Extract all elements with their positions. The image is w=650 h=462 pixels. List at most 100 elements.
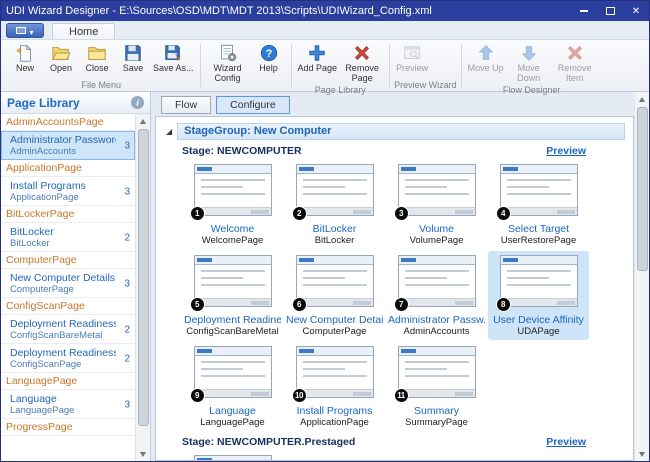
scroll-up-icon[interactable] [635, 92, 650, 106]
move-down-icon [519, 43, 539, 63]
page-item-count: 2 [124, 324, 130, 335]
page-group-progresspage: ProgressPage [1, 419, 135, 436]
page-library-item-applicationpage[interactable]: Install ProgramsApplicationPage3 [1, 177, 135, 206]
add-page-button[interactable]: Add Page [296, 41, 340, 74]
wizard-page-card-configscanbaremetal[interactable]: 5Deployment ReadinessConfigScanBareMetal [182, 251, 283, 340]
save-button[interactable]: Save [115, 41, 151, 74]
page-group-configscanpage: ConfigScanPage [1, 298, 135, 315]
page-library-item-configscanpage[interactable]: Deployment ReadinessConfigScanPage2 [1, 344, 135, 373]
scroll-up-icon[interactable] [136, 114, 151, 128]
main-scrollbar[interactable] [634, 92, 649, 461]
page-group-bitlockerpage: BitLockerPage [1, 206, 135, 223]
wizard-page-card-adminaccounts[interactable]: 7Administrator Passw...AdminAccounts [386, 251, 487, 340]
page-library-item-configscanbaremetal[interactable]: Deployment ReadinessConfigScanBareMetal 2 [1, 315, 135, 344]
page-library-item-adminaccounts[interactable]: Administrator PasswordAdminAccounts3 [1, 131, 135, 160]
page-card-title: Welcome [184, 223, 281, 235]
collapse-expander-icon[interactable] [166, 128, 172, 136]
ribbon-group-buttons: Move UpMove DownRemove Item [466, 41, 598, 84]
wizard-page-card-userrestorepage[interactable]: 4Select TargetUserRestorePage [488, 160, 589, 249]
wizard-page-card-bitlocker[interactable]: 2BitLockerBitLocker [284, 160, 385, 249]
wizard-page-card-volumepage[interactable]: 3VolumeVolumePage [386, 160, 487, 249]
new-document-icon [15, 43, 35, 63]
page-number-badge: 9 [190, 388, 205, 403]
scroll-down-icon[interactable] [635, 447, 650, 461]
stage-group-header[interactable]: StageGroup: New Computer [177, 123, 625, 140]
main-scroll-thumb[interactable] [637, 107, 648, 271]
page-card-subtitle: LanguagePage [184, 417, 281, 428]
wizard-config-icon [218, 43, 238, 63]
wizard-page-card-computerpage[interactable]: 6New Computer DetailsComputerPage [284, 251, 385, 340]
app-menu-button[interactable] [6, 23, 44, 38]
save-as-button[interactable]: Save As... [151, 41, 196, 74]
page-card-subtitle: ComputerPage [286, 326, 383, 337]
page-card-title: Summary [388, 405, 485, 417]
page-card-subtitle: UDAPage [490, 326, 587, 337]
preview-link[interactable]: Preview [546, 145, 586, 157]
page-item-title: Administrator Password [10, 134, 116, 146]
close-button[interactable] [623, 1, 649, 21]
stage-title: Stage: NEWCOMPUTER [182, 145, 546, 157]
ribbon-button-label: Wizard Config [207, 64, 249, 84]
save-as-icon [163, 43, 183, 63]
sidebar-scroll-thumb[interactable] [138, 129, 149, 426]
wizard-config-button[interactable]: Wizard Config [205, 41, 251, 84]
ribbon-button-label: Remove Item [554, 64, 596, 84]
page-item-subtitle: ConfigScanBareMetal [10, 330, 116, 341]
main-scroll-track[interactable] [635, 106, 650, 447]
page-card-subtitle: VolumePage [388, 235, 485, 246]
save-icon [123, 43, 143, 63]
move-up-button: Move Up [466, 41, 506, 74]
sidebar-scroll-track[interactable] [136, 128, 151, 447]
page-thumbnail: 6 [296, 255, 374, 307]
new-button[interactable]: New [7, 41, 43, 74]
page-thumbnail: 2 [296, 164, 374, 216]
page-item-subtitle: LanguagePage [10, 405, 116, 416]
main-pane: Flow Configure StageGroup: New Computer S… [151, 92, 649, 461]
stage-title: Stage: NEWCOMPUTER.Prestaged [182, 436, 546, 448]
open-button[interactable]: Open [43, 41, 79, 74]
page-library-item-bitlocker[interactable]: BitLockerBitLocker2 [1, 223, 135, 252]
page-item-count: 2 [124, 353, 130, 364]
wizard-page-card-welcomepage[interactable]: 1WelcomeWelcomePage [182, 160, 283, 249]
remove-page-button[interactable]: Remove Page [339, 41, 385, 84]
page-card-title: Language [184, 405, 281, 417]
preview-link[interactable]: Preview [546, 436, 586, 448]
page-number-badge: 2 [292, 206, 307, 221]
page-thumbnail: 8 [500, 255, 578, 307]
help-button[interactable]: ?Help [251, 41, 287, 74]
page-item-subtitle: BitLocker [10, 238, 116, 249]
preview-button: Preview [394, 41, 430, 74]
wizard-page-card-summarypage[interactable]: 11SummarySummaryPage [386, 342, 487, 431]
page-card-subtitle: AdminAccounts [388, 326, 485, 337]
page-library-header: Page Library [1, 92, 150, 114]
page-item-count: 3 [124, 399, 130, 410]
scroll-down-icon[interactable] [136, 447, 151, 461]
maximize-button[interactable] [597, 1, 623, 21]
close-button[interactable]: Close [79, 41, 115, 74]
page-item-title: Deployment Readiness [10, 347, 116, 359]
wizard-page-card-udapage[interactable]: 8User Device AffinityUDAPage [488, 251, 589, 340]
tab-home[interactable]: Home [52, 23, 115, 39]
page-thumbnail: 11 [398, 346, 476, 398]
page-library-item-languagepage[interactable]: LanguageLanguagePage3 [1, 390, 135, 419]
page-card-subtitle: ConfigScanBareMetal [184, 326, 281, 337]
app-window: UDI Wizard Designer - E:\Sources\OSD\MDT… [0, 0, 650, 462]
configure-view: StageGroup: New Computer Stage: NEWCOMPU… [155, 116, 634, 461]
page-card-title: BitLocker [286, 223, 383, 235]
tab-configure[interactable]: Configure [216, 96, 290, 114]
tab-flow[interactable]: Flow [161, 96, 211, 114]
page-item-title: Deployment Readiness [10, 318, 116, 330]
wizard-page-card-languagepage[interactable]: 9 LanguageLanguagePage [182, 342, 283, 431]
wizard-page-card-applicationpage[interactable]: 10Install ProgramsApplicationPage [284, 342, 385, 431]
page-library-item-computerpage[interactable]: New Computer DetailsComputerPage3 [1, 269, 135, 298]
stage-header-stage-newcomputer: Stage: NEWCOMPUTERPreview [182, 145, 586, 157]
minimize-icon [580, 10, 588, 12]
ribbon-group-buttons: Add PageRemove Page [296, 41, 386, 84]
info-icon[interactable] [131, 96, 144, 109]
sidebar-scrollbar[interactable] [135, 114, 150, 461]
remove-item-button: Remove Item [552, 41, 598, 84]
page-thumbnail: 7 [398, 255, 476, 307]
minimize-button[interactable] [571, 1, 597, 21]
wizard-page-card-partial[interactable] [182, 451, 283, 461]
page-thumbnail: 9 [194, 346, 272, 398]
